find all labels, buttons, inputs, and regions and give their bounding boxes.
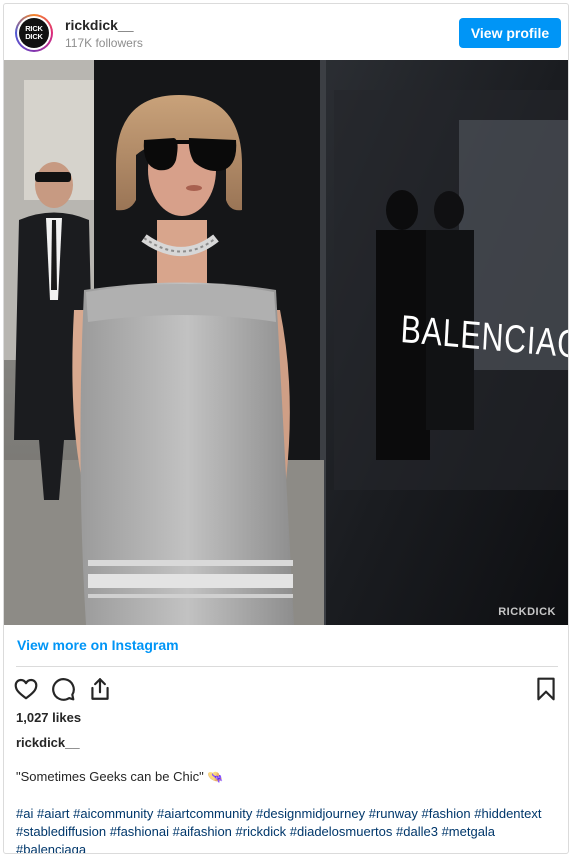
photo-watermark: RICKDICK <box>498 606 556 618</box>
hashtag-link[interactable]: #rickdick <box>236 824 287 839</box>
caption-text: "Sometimes Geeks can be Chic" 👒 <box>16 769 224 784</box>
avatar-logo: RICK DICK <box>19 18 49 48</box>
hashtag-list: #ai #aiart #aicommunity #aiartcommunity … <box>16 805 561 853</box>
heart-icon[interactable] <box>13 676 39 702</box>
like-count[interactable]: 1,027 likes <box>16 710 81 725</box>
view-more-on-instagram-link[interactable]: View more on Instagram <box>17 637 179 653</box>
hashtag-link[interactable]: #hiddentext <box>474 806 541 821</box>
caption-username[interactable]: rickdick__ <box>16 735 80 750</box>
hashtag-link[interactable]: #ai <box>16 806 33 821</box>
hashtag-link[interactable]: #aicommunity <box>73 806 153 821</box>
hashtag-link[interactable]: #dalle3 <box>396 824 438 839</box>
view-profile-button[interactable]: View profile <box>459 18 561 48</box>
avatar[interactable]: RICK DICK <box>15 14 53 52</box>
hashtag-link[interactable]: #metgala <box>442 824 495 839</box>
hashtag-link[interactable]: #diadelosmuertos <box>290 824 393 839</box>
hashtag-link[interactable]: #fashion <box>421 806 470 821</box>
hashtag-link[interactable]: #runway <box>369 806 418 821</box>
username-link[interactable]: rickdick__ <box>65 17 134 33</box>
avatar-ring: RICK DICK <box>17 16 51 50</box>
instagram-embed-card: RICK DICK rickdick__ 117K followers View… <box>3 3 569 854</box>
hashtag-link[interactable]: #aiart <box>37 806 70 821</box>
action-bar <box>4 674 568 706</box>
post-image[interactable]: BALENCIAGA RICKDICK <box>4 60 568 625</box>
post-header: RICK DICK rickdick__ 117K followers View… <box>4 4 568 60</box>
hashtag-link[interactable]: #stablediffusion <box>16 824 106 839</box>
avatar-logo-line2: DICK <box>25 32 43 41</box>
hashtag-link[interactable]: #balenciaga <box>16 842 86 853</box>
hashtag-link[interactable]: #fashionai <box>110 824 169 839</box>
follower-count: 117K followers <box>65 36 143 50</box>
comment-icon[interactable] <box>50 676 76 702</box>
hashtag-link[interactable]: #aifashion <box>173 824 232 839</box>
hashtag-link[interactable]: #aiartcommunity <box>157 806 252 821</box>
hashtag-link[interactable]: #designmidjourney <box>256 806 365 821</box>
divider <box>16 666 558 667</box>
bookmark-icon[interactable] <box>533 676 559 702</box>
share-icon[interactable] <box>87 676 113 702</box>
